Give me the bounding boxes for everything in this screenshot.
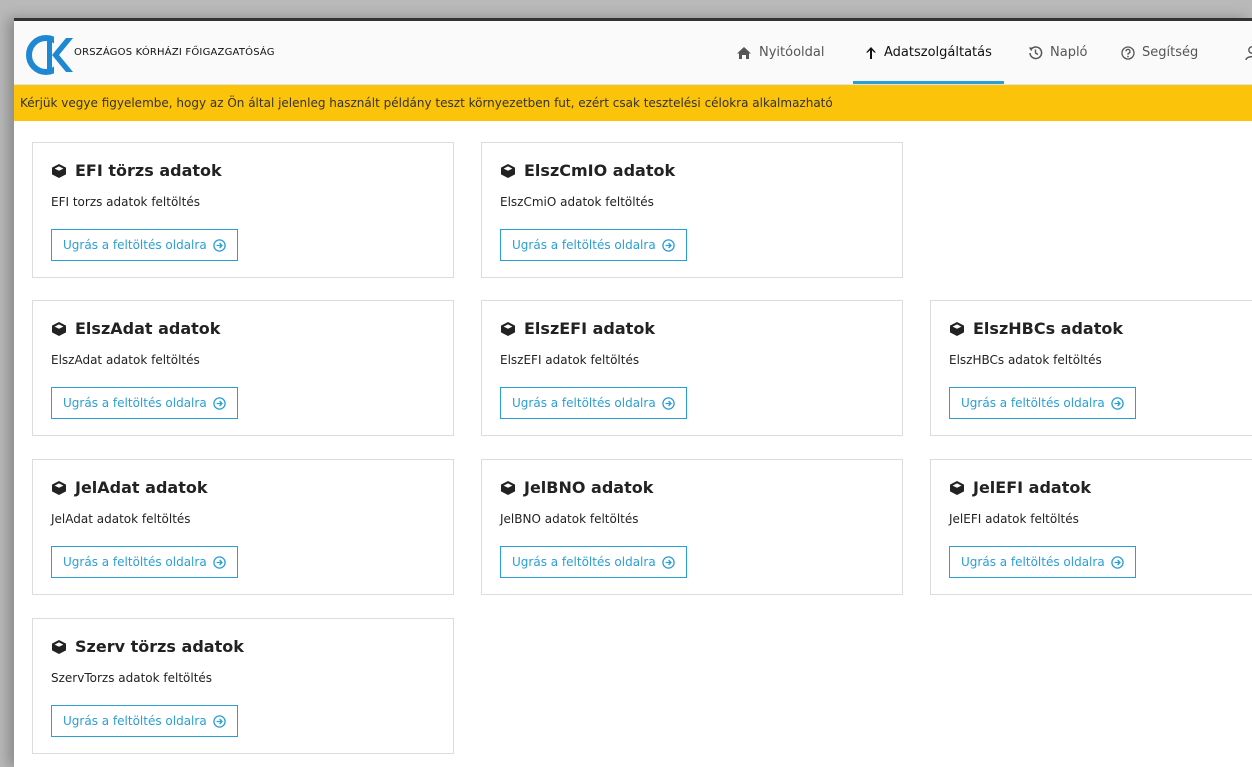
arrow-circle-right-icon (212, 238, 226, 252)
nav-item-home[interactable]: Nyitóoldal (736, 21, 824, 84)
arrow-circle-right-icon (212, 396, 226, 410)
cube-icon (52, 480, 66, 495)
card-title-row: JelEFI adatok (949, 478, 1091, 497)
card-description: ElszCmiO adatok feltöltés (500, 195, 654, 209)
cube-icon (501, 480, 515, 495)
card-title-row: ElszCmIO adatok (500, 161, 675, 180)
card-szerv-torzs: Szerv törzs adatok SzervTorzs adatok fel… (32, 618, 454, 754)
goto-upload-label: Ugrás a feltöltés oldalra (63, 238, 207, 252)
card-title-row: ElszEFI adatok (500, 319, 655, 338)
goto-upload-button[interactable]: Ugrás a feltöltés oldalra (949, 546, 1136, 578)
goto-upload-label: Ugrás a feltöltés oldalra (63, 714, 207, 728)
goto-upload-label: Ugrás a feltöltés oldalra (961, 555, 1105, 569)
cube-icon (501, 163, 515, 178)
history-icon (1028, 46, 1043, 60)
banner-text: Kérjük vegye figyelembe, hogy az Ön álta… (20, 96, 833, 110)
cube-icon (501, 321, 515, 336)
card-title-row: ElszHBCs adatok (949, 319, 1123, 338)
card-title-row: Szerv törzs adatok (51, 637, 244, 656)
test-environment-banner: Kérjük vegye figyelembe, hogy az Ön álta… (14, 85, 1252, 121)
nav-label-adatszolgaltatas: Adatszolgáltatás (884, 45, 992, 60)
goto-upload-button[interactable]: Ugrás a feltöltés oldalra (500, 229, 687, 261)
goto-upload-label: Ugrás a feltöltés oldalra (63, 396, 207, 410)
card-elszadat: ElszAdat adatok ElszAdat adatok feltölté… (32, 300, 454, 436)
goto-upload-label: Ugrás a feltöltés oldalra (512, 555, 656, 569)
goto-upload-button[interactable]: Ugrás a feltöltés oldalra (949, 387, 1136, 419)
card-elszefi: ElszEFI adatok ElszEFI adatok feltöltés … (481, 300, 903, 436)
browser-window: ORSZÁGOS KÓRHÁZI FŐIGAZGATÓSÁG Nyitóolda… (14, 18, 1252, 767)
card-title: JelAdat adatok (75, 478, 208, 497)
card-jelefi: JelEFI adatok JelEFI adatok feltöltés Ug… (930, 459, 1252, 595)
card-description: EFI torzs adatok feltöltés (51, 195, 200, 209)
goto-upload-label: Ugrás a feltöltés oldalra (512, 396, 656, 410)
org-name: ORSZÁGOS KÓRHÁZI FŐIGAZGATÓSÁG (74, 47, 275, 58)
nav-label-naplo: Napló (1050, 45, 1088, 60)
cube-icon (52, 321, 66, 336)
goto-upload-button[interactable]: Ugrás a feltöltés oldalra (51, 705, 238, 737)
arrow-circle-right-icon (212, 714, 226, 728)
goto-upload-button[interactable]: Ugrás a feltöltés oldalra (51, 387, 238, 419)
nav-item-segitseg[interactable]: Segítség (1121, 21, 1198, 84)
card-title: EFI törzs adatok (75, 161, 222, 180)
card-title: ElszAdat adatok (75, 319, 221, 338)
card-title: Szerv törzs adatok (75, 637, 244, 656)
goto-upload-label: Ugrás a feltöltés oldalra (63, 555, 207, 569)
okfo-logo[interactable] (26, 35, 74, 75)
goto-upload-label: Ugrás a feltöltés oldalra (961, 396, 1105, 410)
card-elszhbcs: ElszHBCs adatok ElszHBCs adatok feltölté… (930, 300, 1252, 436)
card-title-row: EFI törzs adatok (51, 161, 222, 180)
card-elszcmio: ElszCmIO adatok ElszCmiO adatok feltölté… (481, 142, 903, 278)
nav-label-home: Nyitóoldal (759, 45, 825, 60)
card-jelbno: JelBNO adatok JelBNO adatok feltöltés Ug… (481, 459, 903, 595)
card-description: ElszEFI adatok feltöltés (500, 353, 640, 367)
card-title: ElszCmIO adatok (524, 161, 676, 180)
arrow-circle-right-icon (661, 555, 675, 569)
cube-icon (52, 163, 66, 178)
card-title: JelEFI adatok (973, 478, 1091, 497)
card-jeladat: JelAdat adatok JelAdat adatok feltöltés … (32, 459, 454, 595)
cube-icon (52, 639, 66, 654)
nav-item-adatszolgaltatas[interactable]: Adatszolgáltatás (853, 21, 1004, 84)
cube-icon (950, 480, 964, 495)
arrow-circle-right-icon (1110, 396, 1124, 410)
user-icon[interactable] (1244, 45, 1252, 61)
goto-upload-label: Ugrás a feltöltés oldalra (512, 238, 656, 252)
arrow-circle-right-icon (1110, 555, 1124, 569)
help-icon (1121, 45, 1135, 60)
card-description: SzervTorzs adatok feltöltés (51, 671, 213, 685)
card-title-row: JelBNO adatok (500, 478, 653, 497)
card-title: JelBNO adatok (524, 478, 654, 497)
card-title: ElszEFI adatok (524, 319, 655, 338)
arrow-up-icon (866, 46, 876, 59)
arrow-circle-right-icon (661, 396, 675, 410)
goto-upload-button[interactable]: Ugrás a feltöltés oldalra (500, 387, 687, 419)
cube-icon (950, 321, 964, 336)
card-description: ElszHBCs adatok feltöltés (949, 353, 1102, 367)
card-efi-torzs: EFI törzs adatok EFI torzs adatok feltöl… (32, 142, 454, 278)
arrow-circle-right-icon (661, 238, 675, 252)
card-description: JelEFI adatok feltöltés (949, 512, 1079, 526)
top-navbar: ORSZÁGOS KÓRHÁZI FŐIGAZGATÓSÁG Nyitóolda… (14, 21, 1252, 85)
arrow-circle-right-icon (212, 555, 226, 569)
card-description: ElszAdat adatok feltöltés (51, 353, 200, 367)
goto-upload-button[interactable]: Ugrás a feltöltés oldalra (51, 229, 238, 261)
nav-item-naplo[interactable]: Napló (1028, 21, 1088, 84)
card-description: JelAdat adatok feltöltés (51, 512, 191, 526)
card-title-row: ElszAdat adatok (51, 319, 220, 338)
card-title: ElszHBCs adatok (973, 319, 1123, 338)
card-title-row: JelAdat adatok (51, 478, 207, 497)
home-icon (737, 46, 751, 59)
goto-upload-button[interactable]: Ugrás a feltöltés oldalra (51, 546, 238, 578)
nav-label-segitseg: Segítség (1142, 45, 1199, 60)
goto-upload-button[interactable]: Ugrás a feltöltés oldalra (500, 546, 687, 578)
card-description: JelBNO adatok feltöltés (500, 512, 639, 526)
